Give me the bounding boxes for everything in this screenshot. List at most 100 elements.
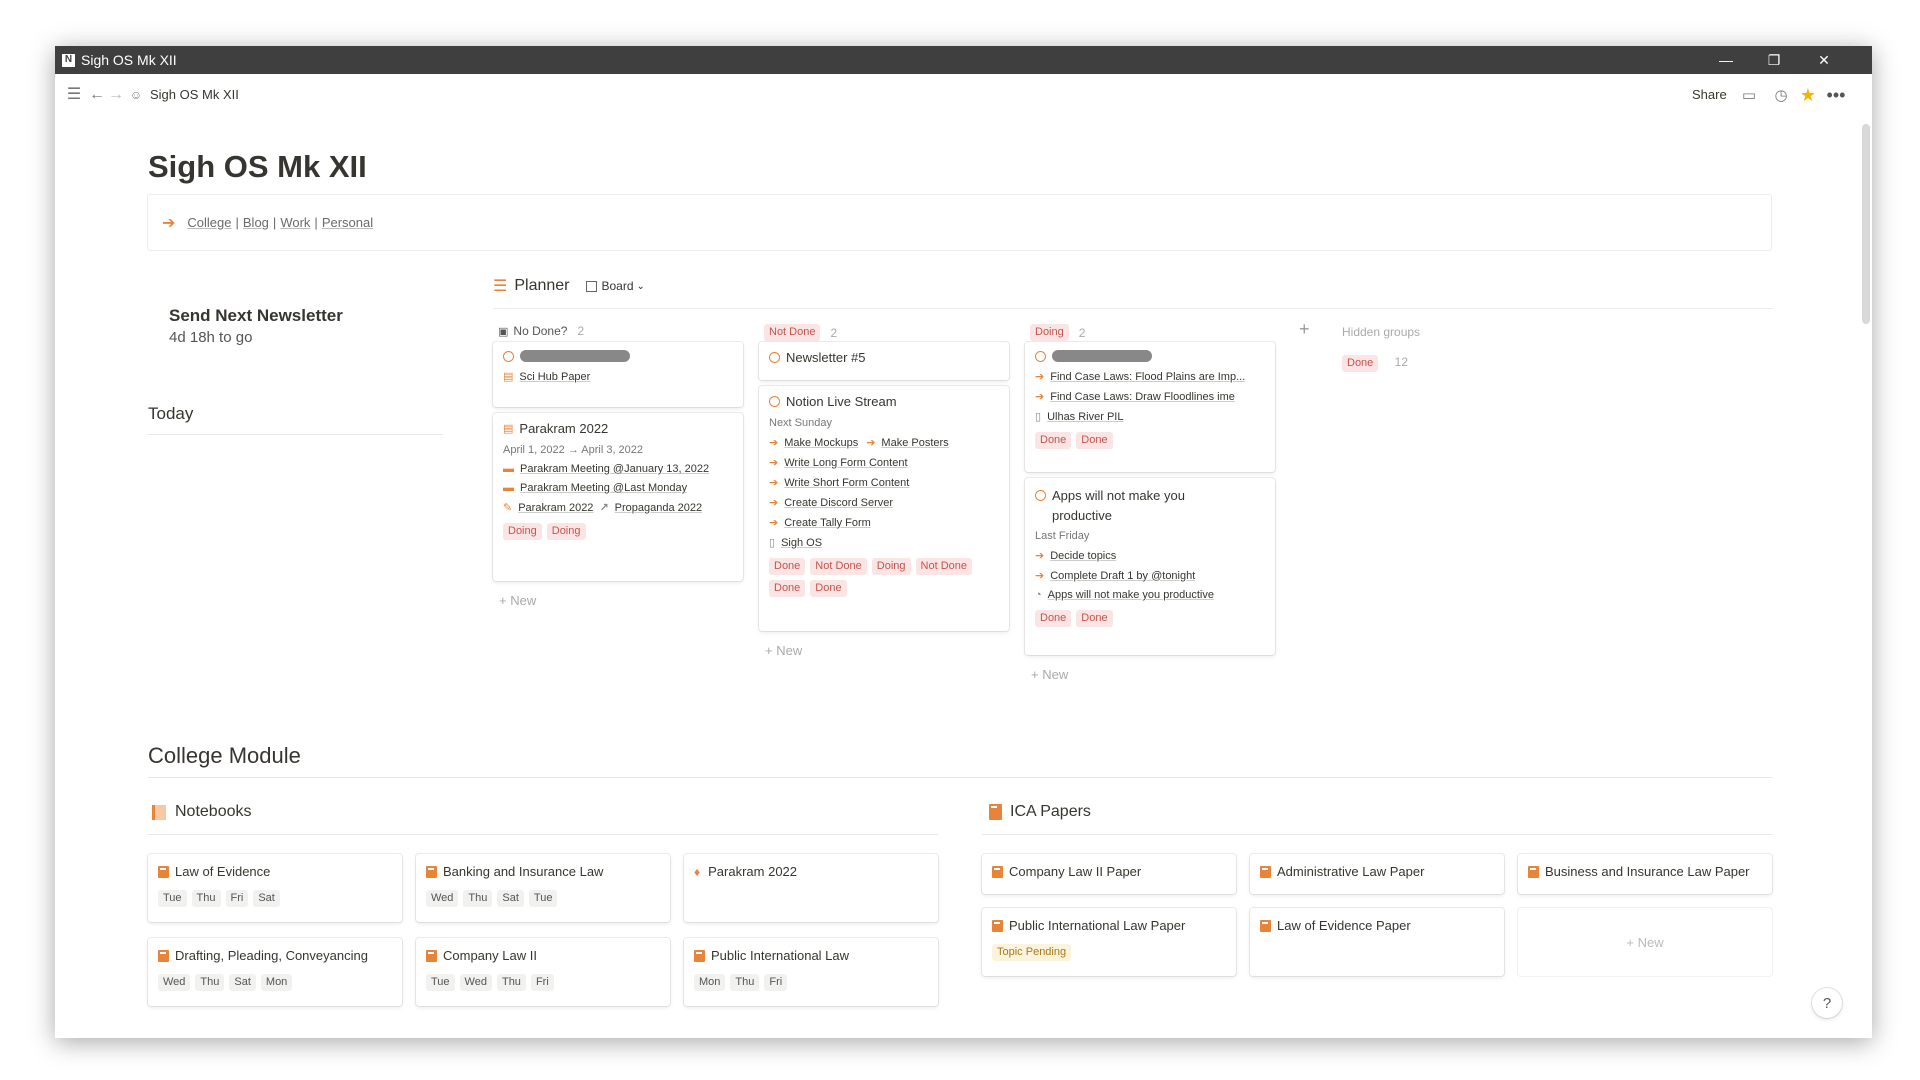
planner-header: ☰ Planner Board ⌄ <box>493 276 645 296</box>
divider <box>148 434 443 435</box>
linked-task[interactable]: Create Discord Server <box>784 497 893 509</box>
column-header-not-done[interactable]: Not Done 2 <box>764 324 837 341</box>
link-work[interactable]: Work <box>280 215 310 230</box>
favorite-star-icon[interactable]: ★ <box>1799 86 1817 104</box>
column-header-no-done[interactable]: ▣ No Done? 2 <box>498 324 584 338</box>
back-arrow-icon[interactable]: ← <box>88 86 106 104</box>
day-tag: Thu <box>195 974 225 991</box>
linked-task[interactable]: Decide topics <box>1050 550 1116 562</box>
linked-task[interactable]: Complete Draft 1 by @tonight <box>1050 570 1195 582</box>
linked-page[interactable]: Propaganda 2022 <box>615 502 702 514</box>
notebook-card[interactable]: Banking and Insurance Law Wed Thu Sat Tue <box>416 854 670 922</box>
minimize-button[interactable]: — <box>1703 46 1749 74</box>
history-icon[interactable]: ◷ <box>1772 86 1790 104</box>
linked-page[interactable]: Parakram 2022 <box>518 502 593 514</box>
close-window-button[interactable]: ✕ <box>1801 46 1847 74</box>
page-title: Sigh OS Mk XII <box>148 149 367 184</box>
linked-task[interactable]: Find Case Laws: Draw Floodlines ime <box>1050 391 1235 403</box>
card-date: Next Sunday <box>769 417 832 429</box>
new-gallery-card-button[interactable]: + New <box>1518 908 1772 976</box>
linked-task[interactable]: Create Tally Form <box>784 517 871 529</box>
page-icon: ▤ <box>503 371 514 383</box>
ica-papers-header[interactable]: ICA Papers <box>989 803 1091 821</box>
day-tag: Thu <box>496 974 526 991</box>
plus-icon: + <box>1626 934 1638 950</box>
chevron-down-icon[interactable]: ⌄ <box>637 281 645 292</box>
add-group-icon[interactable]: + <box>1299 319 1310 340</box>
window-title: Sigh OS Mk XII <box>81 52 177 68</box>
planner-card[interactable]: ▤ Sci Hub Paper <box>493 342 743 407</box>
link-personal[interactable]: Personal <box>322 215 373 230</box>
column-name: No Done? <box>513 324 568 338</box>
circle-icon <box>503 350 514 362</box>
circle-icon <box>1035 490 1046 501</box>
linked-task[interactable]: Make Posters <box>881 437 948 449</box>
notebook-card[interactable]: Company Law II Tue Wed Thu Fri <box>416 938 670 1006</box>
new-card-button[interactable]: + New <box>499 593 536 608</box>
planner-card[interactable]: Newsletter #5 <box>759 342 1009 380</box>
linked-task[interactable]: Make Mockups <box>784 437 858 449</box>
new-card-button[interactable]: + New <box>1031 667 1068 682</box>
planner-card[interactable]: ➔ Find Case Laws: Flood Plains are Imp...… <box>1025 342 1275 472</box>
share-button[interactable]: Share <box>1692 87 1727 102</box>
status-tag: Done <box>1076 610 1113 627</box>
linked-task[interactable]: Find Case Laws: Flood Plains are Imp... <box>1050 371 1245 383</box>
hidden-group-done[interactable]: Done 12 <box>1342 355 1408 372</box>
more-options-icon[interactable]: ••• <box>1827 86 1846 104</box>
breadcrumb[interactable]: Sigh OS Mk XII <box>150 87 239 102</box>
ica-paper-card[interactable]: Business and Insurance Law Paper <box>1518 854 1772 894</box>
help-button[interactable]: ? <box>1812 988 1842 1018</box>
link-college[interactable]: College <box>187 215 231 230</box>
ica-paper-card[interactable]: Administrative Law Paper <box>1250 854 1504 894</box>
ica-paper-card[interactable]: Company Law II Paper <box>982 854 1236 894</box>
linked-page[interactable]: Ulhas River PIL <box>1047 411 1123 423</box>
arrow-right-icon: ➔ <box>162 214 176 232</box>
ica-paper-card[interactable]: Public International Law Paper Topic Pen… <box>982 908 1236 976</box>
notebooks-header[interactable]: Notebooks <box>152 803 252 821</box>
ica-paper-card[interactable]: Law of Evidence Paper <box>1250 908 1504 976</box>
divider <box>493 308 1773 309</box>
card-title: Law of Evidence <box>175 864 271 879</box>
list-icon: ☰ <box>493 278 508 295</box>
linked-page[interactable]: Apps will not make you productive <box>1048 589 1214 601</box>
new-card-button[interactable]: + New <box>765 643 802 658</box>
planner-title[interactable]: Planner <box>514 277 569 295</box>
planner-card[interactable]: ▤ Parakram 2022 April 1, 2022 → April 3, … <box>493 413 743 581</box>
link-icon: ↗ <box>599 502 609 514</box>
planner-card[interactable]: Notion Live Stream Next Sunday ➔ Make Moc… <box>759 386 1009 631</box>
linked-page[interactable]: Parakram Meeting @January 13, 2022 <box>520 463 709 475</box>
maximize-button[interactable]: ❐ <box>1751 46 1797 74</box>
notebook-card[interactable]: Public International Law Mon Thu Fri <box>684 938 938 1006</box>
hidden-groups-label: Hidden groups <box>1342 325 1421 339</box>
linked-task[interactable]: Write Short Form Content <box>784 477 909 489</box>
linked-page[interactable]: Sigh OS <box>781 537 822 549</box>
linked-page[interactable]: Sci Hub Paper <box>519 371 590 383</box>
day-tag: Tue <box>158 890 187 907</box>
link-blog[interactable]: Blog <box>243 215 269 230</box>
day-tag: Fri <box>764 974 788 991</box>
comments-icon[interactable]: ▭ <box>1740 86 1758 104</box>
planner-card[interactable]: Apps will not make you productive Last F… <box>1025 478 1275 655</box>
status-tag: Not Done <box>915 558 973 575</box>
notion-logo-icon: N <box>62 53 75 67</box>
circle-icon <box>769 396 780 407</box>
menu-icon[interactable]: ☰ <box>65 86 83 104</box>
forward-arrow-icon[interactable]: → <box>107 86 125 104</box>
linked-page[interactable]: Parakram Meeting @Last Monday <box>520 482 687 494</box>
day-tag: Wed <box>158 974 191 991</box>
notebook-icon <box>152 804 166 820</box>
notebook-icon <box>426 949 437 962</box>
page-link-icon: ◔ <box>1035 589 1042 601</box>
notebook-card[interactable]: ♦ Parakram 2022 <box>684 854 938 922</box>
card-title: Law of Evidence Paper <box>1277 918 1411 933</box>
notebook-card[interactable]: Law of Evidence Tue Thu Fri Sat <box>148 854 402 922</box>
linked-task[interactable]: Write Long Form Content <box>784 457 907 469</box>
view-switcher[interactable]: Board <box>602 279 634 293</box>
column-name: Doing <box>1030 324 1069 341</box>
ica-title: ICA Papers <box>1010 803 1091 820</box>
status-tag: Done <box>769 558 806 575</box>
card-title: Business and Insurance Law Paper <box>1545 864 1750 879</box>
notebook-card[interactable]: Drafting, Pleading, Conveyancing Wed Thu S… <box>148 938 402 1006</box>
status-tag: Done <box>810 580 847 597</box>
column-header-doing[interactable]: Doing 2 <box>1030 324 1085 341</box>
